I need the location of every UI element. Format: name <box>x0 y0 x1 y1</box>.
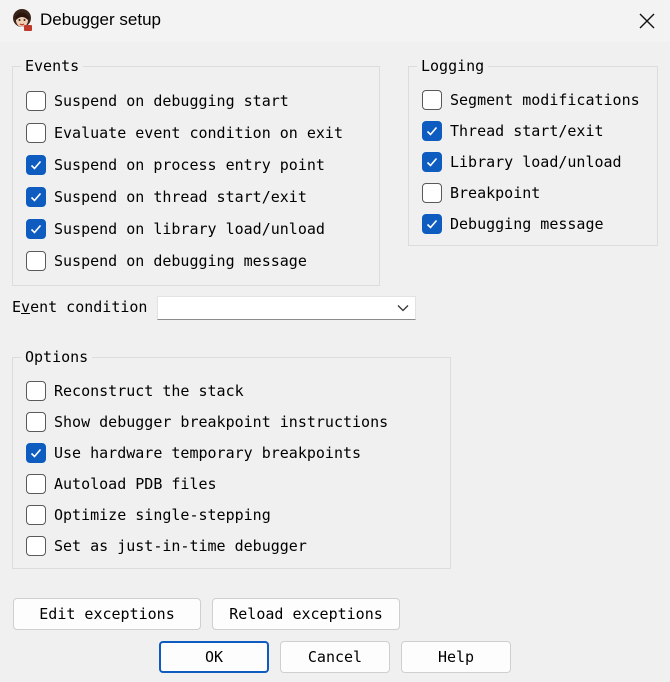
reload-exceptions-label: Reload exceptions <box>229 605 383 623</box>
event-condition-combobox[interactable] <box>157 296 416 320</box>
checkbox-label: Breakpoint <box>450 184 541 202</box>
checkbox-label: Segment modifications <box>450 91 640 109</box>
logging-checkbox-row[interactable]: Segment modifications <box>422 88 640 112</box>
event-condition-label: Event condition <box>12 297 147 317</box>
checkbox[interactable] <box>26 536 46 556</box>
checkbox-checked[interactable] <box>26 219 46 239</box>
logging-checkbox-row[interactable]: Thread start/exit <box>422 119 604 143</box>
window-title: Debugger setup <box>40 10 161 29</box>
checkbox-label: Suspend on process entry point <box>54 156 325 174</box>
checkmark-icon <box>426 126 438 136</box>
event-condition-label-part: E <box>12 298 22 316</box>
options-checkbox-row[interactable]: Autoload PDB files <box>26 472 217 496</box>
events-checkbox-row[interactable]: Evaluate event condition on exit <box>26 121 343 145</box>
checkbox[interactable] <box>26 123 46 143</box>
logging-legend: Logging <box>417 57 489 75</box>
checkbox-label: Library load/unload <box>450 153 622 171</box>
events-checkbox-row[interactable]: Suspend on debugging start <box>26 89 289 113</box>
checkbox-label: Reconstruct the stack <box>54 382 244 400</box>
options-legend: Options <box>21 348 93 366</box>
checkmark-icon <box>426 157 438 167</box>
checkbox-label: Suspend on debugging start <box>54 92 289 110</box>
checkbox-label: Suspend on debugging message <box>54 252 307 270</box>
checkbox[interactable] <box>26 251 46 271</box>
logging-group: Logging Segment modifications Thread star… <box>408 57 658 246</box>
checkbox-label: Debugging message <box>450 215 604 233</box>
options-checkbox-row[interactable]: Show debugger breakpoint instructions <box>26 410 388 434</box>
checkbox-label: Evaluate event condition on exit <box>54 124 343 142</box>
title-bar: Debugger setup <box>0 0 670 42</box>
logging-checkbox-row[interactable]: Debugging message <box>422 212 604 236</box>
checkbox[interactable] <box>26 412 46 432</box>
checkbox-checked[interactable] <box>26 155 46 175</box>
checkbox-checked[interactable] <box>422 121 442 141</box>
checkmark-icon <box>426 219 438 229</box>
checkbox-checked[interactable] <box>26 187 46 207</box>
checkbox-label: Suspend on thread start/exit <box>54 188 307 206</box>
logging-checkbox-row[interactable]: Library load/unload <box>422 150 622 174</box>
edit-exceptions-button[interactable]: Edit exceptions <box>13 598 201 630</box>
checkbox-label: Suspend on library load/unload <box>54 220 325 238</box>
checkbox-checked[interactable] <box>422 214 442 234</box>
ok-button[interactable]: OK <box>159 641 269 673</box>
ok-label: OK <box>204 648 224 666</box>
logging-checkbox-row[interactable]: Breakpoint <box>422 181 540 205</box>
checkmark-icon <box>30 192 42 202</box>
events-checkbox-row[interactable]: Suspend on library load/unload <box>26 217 325 241</box>
checkbox-label: Set as just-in-time debugger <box>54 537 307 555</box>
checkbox-label: Optimize single-stepping <box>54 506 271 524</box>
checkbox[interactable] <box>26 505 46 525</box>
checkbox[interactable] <box>26 381 46 401</box>
events-checkbox-row[interactable]: Suspend on process entry point <box>26 153 325 177</box>
checkbox-label: Use hardware temporary breakpoints <box>54 444 362 462</box>
edit-exceptions-label: Edit exceptions <box>39 605 175 623</box>
checkbox[interactable] <box>26 91 46 111</box>
help-button[interactable]: Help <box>401 641 511 673</box>
close-icon <box>639 13 655 29</box>
chevron-down-icon <box>397 305 409 312</box>
options-checkbox-row[interactable]: Optimize single-stepping <box>26 503 271 527</box>
events-checkbox-row[interactable]: Suspend on debugging message <box>26 249 307 273</box>
events-legend: Events <box>21 57 84 75</box>
checkbox-label: Autoload PDB files <box>54 475 217 493</box>
checkbox-checked[interactable] <box>422 152 442 172</box>
event-condition-label-accel: v <box>21 298 31 316</box>
options-checkbox-row[interactable]: Use hardware temporary breakpoints <box>26 441 361 465</box>
checkbox-label: Show debugger breakpoint instructions <box>54 413 389 431</box>
close-button[interactable] <box>624 0 670 42</box>
checkbox[interactable] <box>422 90 442 110</box>
checkbox-checked[interactable] <box>26 443 46 463</box>
checkbox[interactable] <box>422 183 442 203</box>
checkmark-icon <box>30 448 42 458</box>
options-group: Options Reconstruct the stack Show debugg… <box>12 348 451 569</box>
options-checkbox-row[interactable]: Set as just-in-time debugger <box>26 534 307 558</box>
checkbox[interactable] <box>26 474 46 494</box>
app-avatar-icon <box>13 9 32 31</box>
checkmark-icon <box>30 224 42 234</box>
events-group: Events Suspend on debugging start Evaluat… <box>12 57 380 286</box>
checkmark-icon <box>30 160 42 170</box>
help-label: Help <box>437 648 475 666</box>
cancel-label: Cancel <box>307 648 363 666</box>
checkbox-label: Thread start/exit <box>450 122 604 140</box>
reload-exceptions-button[interactable]: Reload exceptions <box>212 598 400 630</box>
events-checkbox-row[interactable]: Suspend on thread start/exit <box>26 185 307 209</box>
options-checkbox-row[interactable]: Reconstruct the stack <box>26 379 244 403</box>
cancel-button[interactable]: Cancel <box>280 641 390 673</box>
event-condition-label-rest: ent condition <box>30 298 148 316</box>
